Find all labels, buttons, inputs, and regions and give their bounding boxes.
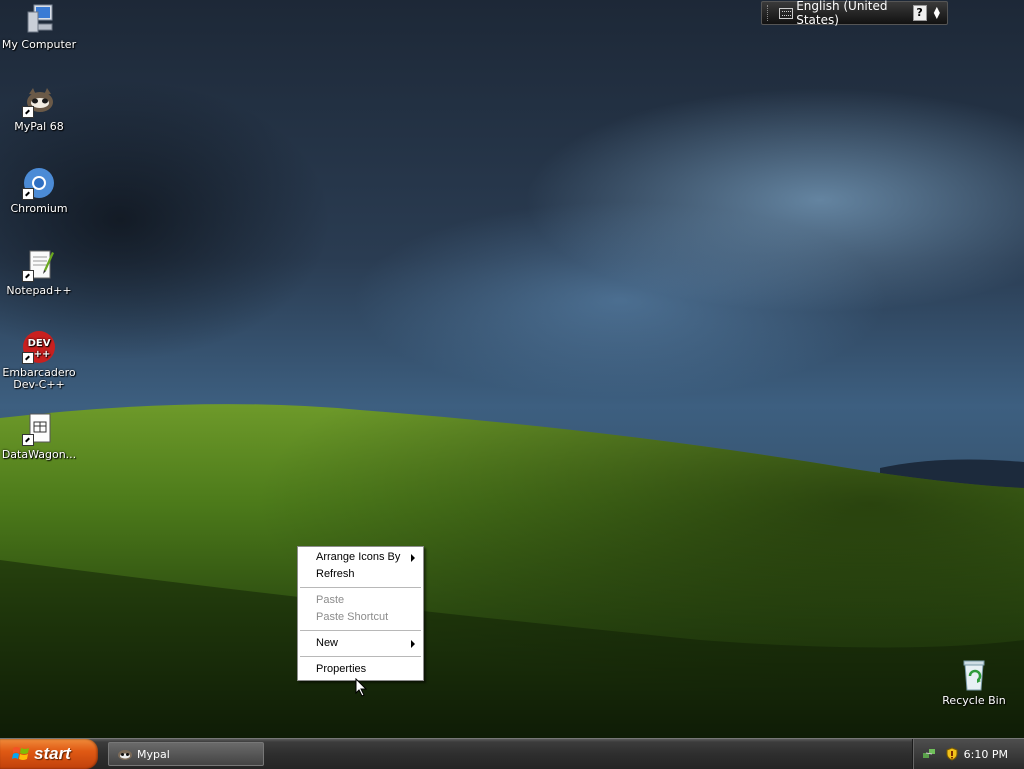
submenu-arrow-icon: [411, 640, 415, 648]
menu-item-label: Paste Shortcut: [316, 611, 389, 623]
mouse-cursor-icon: [355, 678, 367, 697]
recycle-bin-icon: [957, 658, 991, 692]
desktop[interactable]: My Computer MyPal 68 Chromium Notepad++ …: [0, 0, 1024, 738]
menu-item-label: Properties: [316, 663, 367, 675]
desktop-icon-label: My Computer: [1, 38, 77, 51]
desktop-icon-datawagon[interactable]: DataWagon...: [0, 412, 78, 461]
menu-item-label: Paste: [316, 594, 345, 606]
menu-item-new[interactable]: New: [298, 635, 423, 652]
start-label: start: [34, 744, 71, 763]
dev-cpp-icon: DEV ++: [22, 330, 56, 364]
menu-item-paste: Paste: [298, 592, 423, 609]
chromium-icon: [22, 166, 56, 200]
desktop-icon-recycle-bin[interactable]: Recycle Bin: [935, 658, 1013, 707]
notepad-plus-plus-icon: [22, 248, 56, 282]
language-bar-grip[interactable]: [767, 5, 771, 21]
taskbar-button-label: Mypal: [137, 747, 170, 761]
menu-item-label: New: [316, 637, 339, 649]
shortcut-arrow-icon: [22, 106, 34, 118]
desktop-icon-label: Chromium: [10, 202, 68, 215]
desktop-icon-label: Recycle Bin: [942, 694, 1006, 707]
desktop-icon-label-line2: Dev-C++: [13, 378, 65, 391]
desktop-icon-chromium[interactable]: Chromium: [0, 166, 78, 215]
network-icon[interactable]: [922, 747, 936, 761]
desktop-icon-label: Notepad++: [6, 284, 72, 297]
menu-item-paste-shortcut: Paste Shortcut: [298, 609, 423, 626]
desktop-icon-label: MyPal 68: [14, 120, 64, 133]
clock[interactable]: 6:10 PM: [964, 748, 1008, 761]
datawagon-icon: [22, 412, 56, 446]
shortcut-arrow-icon: [22, 188, 34, 200]
options-arrows-icon[interactable]: ▲ ▼: [933, 6, 941, 20]
menu-item-label: Arrange Icons By: [316, 551, 401, 563]
language-label[interactable]: English (United States): [796, 0, 912, 27]
system-tray: 6:10 PM: [912, 739, 1024, 769]
wallpaper-hill: [0, 404, 1024, 738]
shortcut-arrow-icon: [22, 434, 34, 446]
help-icon[interactable]: ?: [912, 5, 927, 21]
menu-item-arrange-icons-by[interactable]: Arrange Icons By: [298, 549, 423, 566]
start-button[interactable]: start: [0, 739, 98, 769]
language-bar[interactable]: English (United States) ? ▲ ▼: [761, 0, 948, 27]
shortcut-arrow-icon: [22, 270, 34, 282]
submenu-arrow-icon: [411, 554, 415, 562]
mypal-icon: [22, 84, 56, 118]
menu-item-properties[interactable]: Properties: [298, 661, 423, 678]
menu-separator: [300, 656, 421, 657]
desktop-context-menu: Arrange Icons By Refresh Paste Paste Sho…: [297, 546, 424, 681]
desktop-icon-my-computer[interactable]: My Computer: [0, 2, 78, 51]
taskbar-button-mypal[interactable]: Mypal: [108, 742, 264, 766]
taskbar: start Mypal 6:10 PM: [0, 738, 1024, 769]
svg-text:DEV: DEV: [28, 338, 51, 349]
desktop-icon-label: DataWagon...: [1, 448, 77, 461]
menu-item-refresh[interactable]: Refresh: [298, 566, 423, 583]
security-shield-icon[interactable]: [945, 747, 959, 761]
desktop-icon-dev-cpp[interactable]: DEV ++ Embarcadero Dev-C++: [0, 330, 78, 391]
keyboard-icon: [779, 7, 794, 19]
shortcut-arrow-icon: [22, 352, 34, 364]
windows-flag-icon: [12, 747, 29, 760]
desktop-icon-mypal[interactable]: MyPal 68: [0, 84, 78, 133]
menu-separator: [300, 587, 421, 588]
mypal-icon: [118, 750, 132, 760]
menu-separator: [300, 630, 421, 631]
desktop-icon-notepad-plus-plus[interactable]: Notepad++: [0, 248, 78, 297]
my-computer-icon: [22, 2, 56, 36]
menu-item-label: Refresh: [316, 568, 355, 580]
svg-text:++: ++: [34, 349, 51, 360]
